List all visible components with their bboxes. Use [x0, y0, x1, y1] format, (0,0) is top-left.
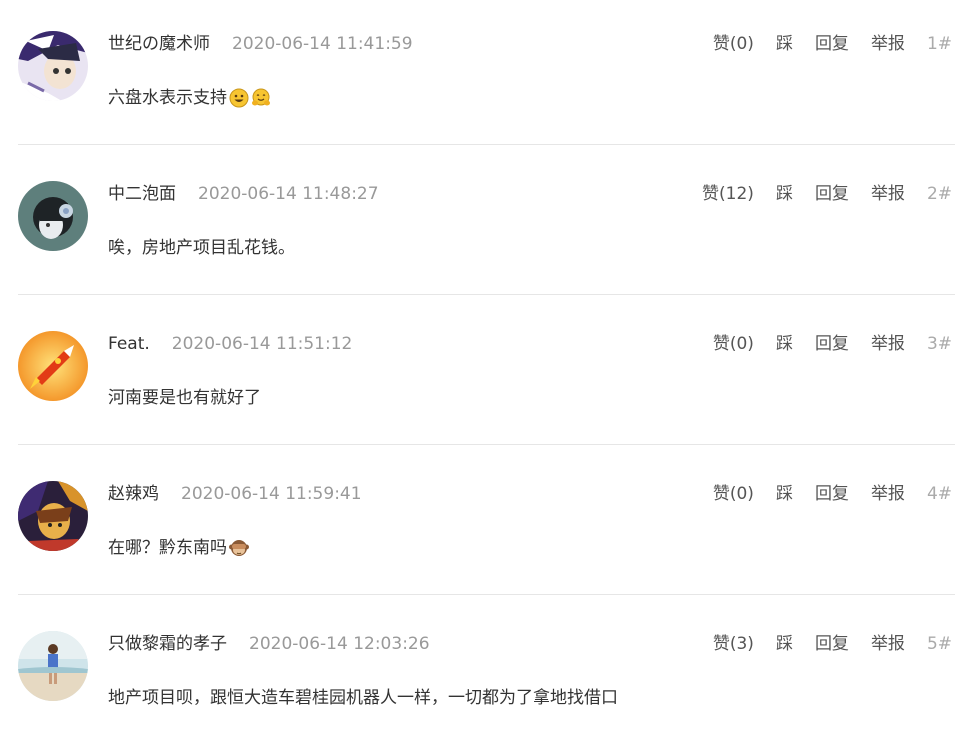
floor-number: 2# — [926, 184, 952, 204]
like-button[interactable]: 赞(3) — [713, 632, 754, 656]
avatar[interactable] — [18, 631, 88, 701]
comment-actions: 赞(3) 踩 回复 举报 5# — [713, 632, 952, 656]
divider — [18, 144, 955, 145]
username[interactable]: 世纪の魔术师 2020-06-14 11:41:59 — [108, 32, 413, 56]
comment-item: 世纪の魔术师 2020-06-14 11:41:59 赞(0) 踩 回复 举报 1… — [0, 0, 974, 150]
like-button[interactable]: 赞(12) — [702, 182, 754, 206]
floor-number: 5# — [926, 634, 952, 654]
comment-body: 唉，房地产项目乱花钱。 — [108, 238, 295, 258]
comment-actions: 赞(0) 踩 回复 举报 3# — [713, 332, 952, 356]
report-button[interactable]: 举报 — [871, 482, 905, 506]
avatar[interactable] — [18, 331, 88, 401]
report-button[interactable]: 举报 — [871, 32, 905, 56]
comment-body: 河南要是也有就好了 — [108, 388, 261, 408]
comment-text: 唉，房地产项目乱花钱。 — [108, 235, 295, 261]
comment-body: 六盘水表示支持 — [108, 88, 227, 108]
timestamp: 2020-06-14 11:51:12 — [171, 334, 353, 354]
comment-text: 河南要是也有就好了 — [108, 385, 261, 411]
timestamp: 2020-06-14 11:59:41 — [181, 484, 362, 504]
divider — [18, 594, 955, 595]
see-no-evil-monkey-emoji — [229, 538, 249, 558]
username[interactable]: 赵辣鸡 2020-06-14 11:59:41 — [108, 482, 362, 506]
username[interactable]: 只做黎霜的孝子 2020-06-14 12:03:26 — [108, 632, 430, 656]
comment-text: 地产项目呗，跟恒大造车碧桂园机器人一样，一切都为了拿地找借口 — [108, 685, 618, 711]
divider — [18, 294, 955, 295]
comment-text: 六盘水表示支持 — [108, 85, 271, 111]
like-button[interactable]: 赞(0) — [713, 332, 754, 356]
divider — [18, 444, 955, 445]
timestamp: 2020-06-14 11:48:27 — [198, 184, 379, 204]
floor-number: 3# — [926, 334, 952, 354]
username[interactable]: Feat. 2020-06-14 11:51:12 — [108, 332, 352, 356]
reply-button[interactable]: 回复 — [815, 182, 849, 206]
avatar[interactable] — [18, 181, 88, 251]
comment-body: 地产项目呗，跟恒大造车碧桂园机器人一样，一切都为了拿地找借口 — [108, 688, 618, 708]
like-button[interactable]: 赞(0) — [713, 482, 754, 506]
report-button[interactable]: 举报 — [871, 332, 905, 356]
dislike-button[interactable]: 踩 — [776, 182, 793, 206]
comment-text: 在哪？黔东南吗 — [108, 535, 249, 561]
report-button[interactable]: 举报 — [871, 632, 905, 656]
comment-item: 中二泡面 2020-06-14 11:48:27 赞(12) 踩 回复 举报 2#… — [0, 150, 974, 300]
comment-actions: 赞(0) 踩 回复 举报 1# — [713, 32, 952, 56]
timestamp: 2020-06-14 12:03:26 — [249, 634, 430, 654]
dislike-button[interactable]: 踩 — [776, 32, 793, 56]
like-button[interactable]: 赞(0) — [713, 32, 754, 56]
grinning-face-emoji — [229, 88, 249, 108]
comment-item: Feat. 2020-06-14 11:51:12 赞(0) 踩 回复 举报 3#… — [0, 300, 974, 450]
avatar[interactable] — [18, 31, 88, 101]
reply-button[interactable]: 回复 — [815, 482, 849, 506]
username[interactable]: 中二泡面 2020-06-14 11:48:27 — [108, 182, 379, 206]
report-button[interactable]: 举报 — [871, 182, 905, 206]
timestamp: 2020-06-14 11:41:59 — [232, 34, 413, 54]
comment-actions: 赞(0) 踩 回复 举报 4# — [713, 482, 952, 506]
dislike-button[interactable]: 踩 — [776, 332, 793, 356]
comment-body: 在哪？黔东南吗 — [108, 538, 227, 558]
hugging-face-emoji — [251, 88, 271, 108]
comment-item: 赵辣鸡 2020-06-14 11:59:41 赞(0) 踩 回复 举报 4# 在… — [0, 450, 974, 600]
reply-button[interactable]: 回复 — [815, 332, 849, 356]
comment-actions: 赞(12) 踩 回复 举报 2# — [702, 182, 952, 206]
floor-number: 4# — [926, 484, 952, 504]
dislike-button[interactable]: 踩 — [776, 482, 793, 506]
avatar[interactable] — [18, 481, 88, 551]
reply-button[interactable]: 回复 — [815, 32, 849, 56]
floor-number: 1# — [926, 34, 952, 54]
dislike-button[interactable]: 踩 — [776, 632, 793, 656]
reply-button[interactable]: 回复 — [815, 632, 849, 656]
